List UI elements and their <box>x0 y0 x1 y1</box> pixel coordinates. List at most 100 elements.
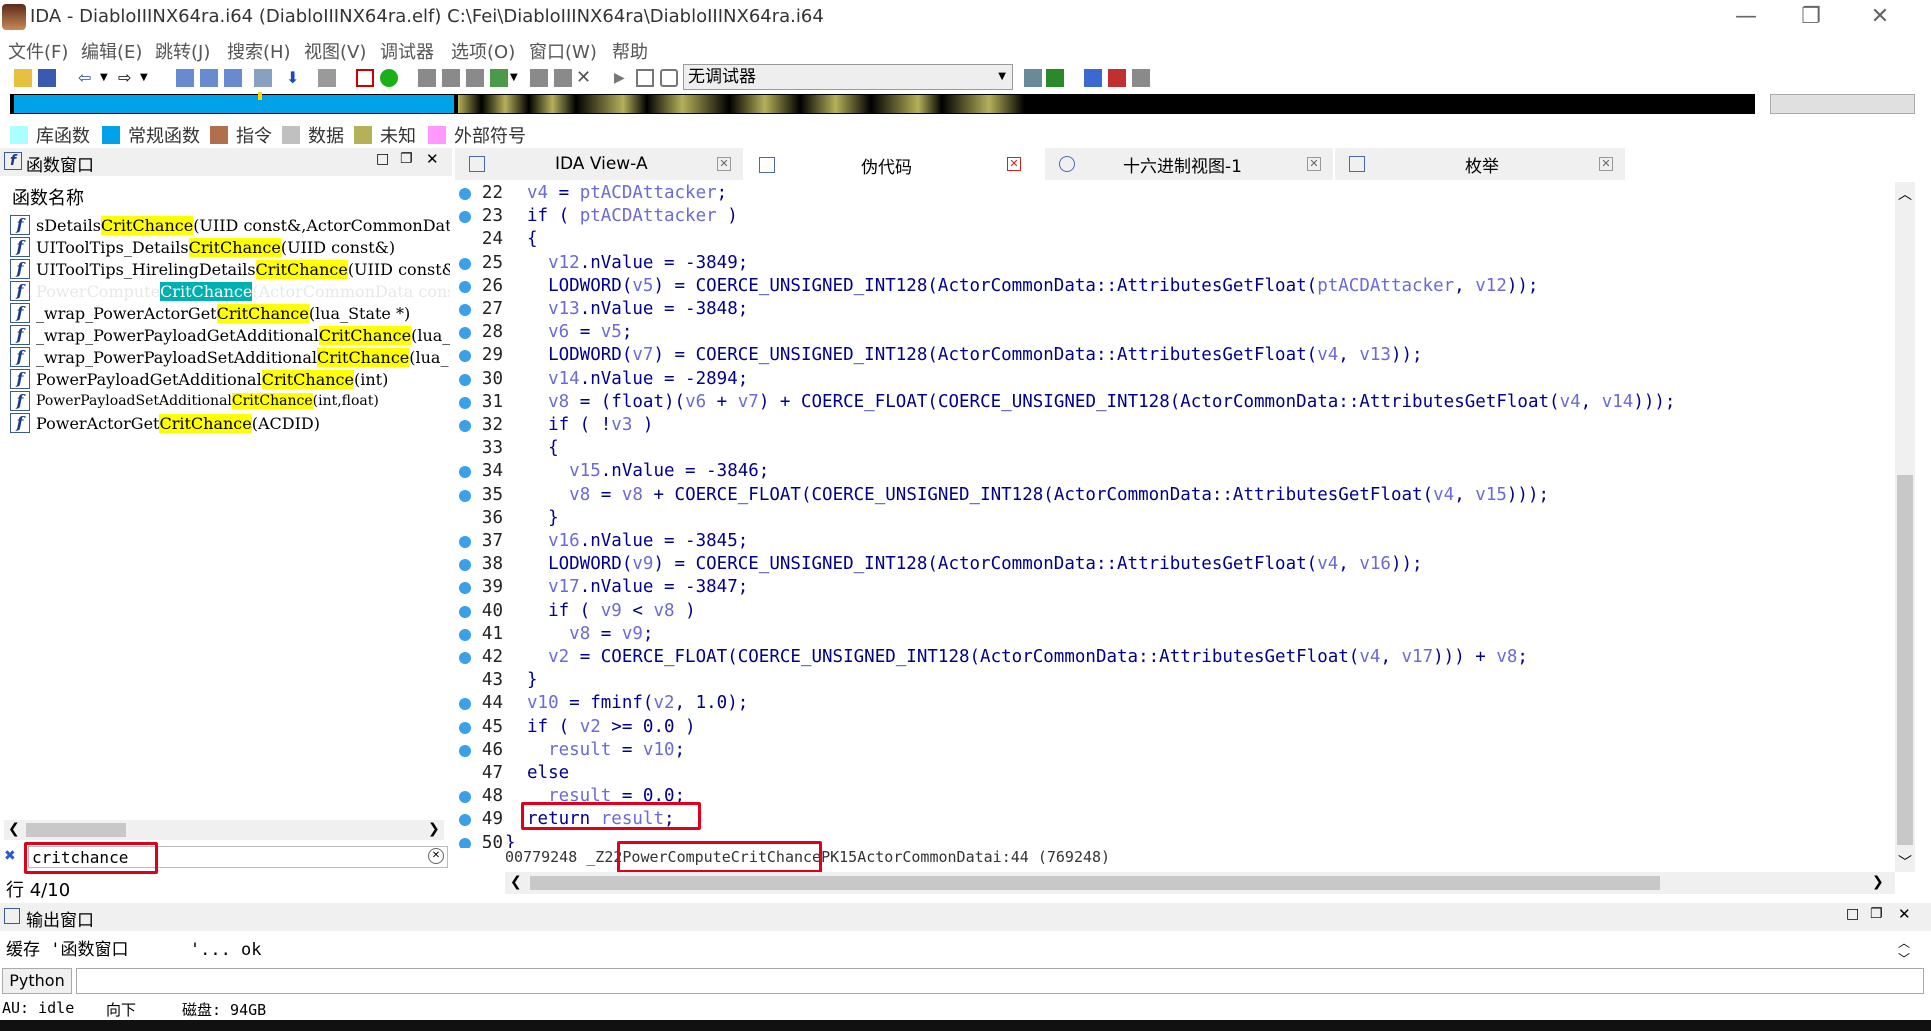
navband-regular-functions[interactable] <box>14 95 454 113</box>
text-search-icon[interactable] <box>254 69 272 87</box>
breakpoint-dot-icon[interactable] <box>459 698 471 711</box>
function-row[interactable]: f _wrap_PowerPayloadSetAdditional CritChan… <box>10 346 450 368</box>
find-icon[interactable] <box>176 69 194 87</box>
code-hscroll-thumb[interactable] <box>530 876 1660 890</box>
menu-options[interactable]: 选项(O) <box>451 38 515 64</box>
tab-pseudocode[interactable]: 伪代码 ✕ <box>745 148 1033 182</box>
scroll-right-icon[interactable]: ❯ <box>1872 874 1884 890</box>
code-line[interactable]: 35 v8 = v8 + COERCE_FLOAT(COERCE_UNSIGNE… <box>455 484 1895 507</box>
open-icon[interactable] <box>14 69 32 87</box>
plugin-dropdown-icon[interactable]: ▼ <box>510 69 528 87</box>
code-line[interactable]: 39 v17.nValue = -3847; <box>455 576 1895 599</box>
function-row[interactable]: f UIToolTips_Details CritChance (UIID const… <box>10 236 450 258</box>
code-line[interactable]: 22 v4 = ptACDAttacker; <box>455 182 1895 205</box>
function-row[interactable]: f sDetails CritChance (UIID const&,ActorCom… <box>10 214 450 236</box>
pause-icon[interactable] <box>636 69 654 87</box>
calc-icon[interactable] <box>1084 69 1102 87</box>
function-row[interactable]: f UIToolTips_HirelingDetails CritChance (UI… <box>10 258 450 280</box>
functions-scrollbar-thumb[interactable] <box>26 823 126 837</box>
panel-float-icon[interactable]: ❐ <box>1870 906 1883 922</box>
scroll-left-icon[interactable]: ❮ <box>510 874 522 890</box>
code-line[interactable]: 44 v10 = fminf(v2, 1.0); <box>455 692 1895 715</box>
function-row[interactable]: f PowerPayloadGetAdditional CritChance (int… <box>10 368 450 390</box>
code-line[interactable]: 37 v16.nValue = -3845; <box>455 530 1895 553</box>
code-line[interactable]: 30 v14.nValue = -2894; <box>455 368 1895 391</box>
menu-search[interactable]: 搜索(H) <box>227 38 291 64</box>
breakpoint-dot-icon[interactable] <box>459 489 471 502</box>
bookmark-icon[interactable] <box>1108 69 1126 87</box>
menu-debugger[interactable]: 调试器 <box>380 38 434 64</box>
menu-help[interactable]: 帮助 <box>612 38 648 64</box>
code-line[interactable]: 46 result = v10; <box>455 739 1895 762</box>
filter-reset-icon[interactable]: ✕ <box>428 848 444 864</box>
python-command-input[interactable] <box>76 968 1924 994</box>
function-row[interactable]: f _wrap_PowerActorGet CritChance (lua_State… <box>10 302 450 324</box>
struct-icon[interactable] <box>418 69 436 87</box>
breakpoint-dot-icon[interactable] <box>459 837 471 848</box>
breakpoint-dot-icon[interactable] <box>459 466 471 479</box>
panel-close-icon[interactable]: ✕ <box>1898 905 1911 923</box>
breakpoint-dot-icon[interactable] <box>459 605 471 618</box>
tab-close-icon[interactable]: ✕ <box>1007 157 1021 171</box>
breakpoint-dot-icon[interactable] <box>459 744 471 757</box>
breakpoint-dot-icon[interactable] <box>459 652 471 664</box>
breakpoint-dot-icon[interactable] <box>459 628 471 641</box>
scroll-down-icon[interactable]: ﹀ <box>1898 950 1910 967</box>
breakpoint-dot-icon[interactable] <box>459 721 471 734</box>
scroll-up-icon[interactable]: ︿ <box>1898 934 1910 951</box>
settings-icon[interactable] <box>1132 69 1150 87</box>
forward-icon[interactable]: ⇨ <box>118 69 136 87</box>
navband-dropdown[interactable] <box>1770 94 1915 114</box>
run-green-icon[interactable] <box>380 69 398 87</box>
tab-close-icon[interactable]: ✕ <box>1307 157 1321 171</box>
close-button[interactable]: ✕ <box>1850 2 1910 32</box>
attach-icon[interactable] <box>1046 69 1064 87</box>
forward-dropdown-icon[interactable]: ▼ <box>140 69 158 87</box>
tab-close-icon[interactable]: ✕ <box>1599 157 1613 171</box>
plugin-icon[interactable] <box>490 69 508 87</box>
code-line[interactable]: 23 if ( ptACDAttacker ) <box>455 205 1895 228</box>
graph-icon[interactable] <box>356 69 374 87</box>
tab-hex-view[interactable]: 十六进制视图-1 ✕ <box>1045 148 1333 180</box>
breakpoint-dot-icon[interactable] <box>459 814 471 827</box>
find-binary-icon[interactable] <box>224 69 242 87</box>
breakpoint-dot-icon[interactable] <box>459 327 471 340</box>
breakpoint-dot-icon[interactable] <box>459 373 471 386</box>
code-line[interactable]: 26 LODWORD(v5) = COERCE_UNSIGNED_INT128(… <box>455 275 1895 298</box>
breakpoint-dot-icon[interactable] <box>459 211 471 224</box>
code-line[interactable]: 34 v15.nValue = -3846; <box>455 460 1895 483</box>
scroll-up-icon[interactable]: ︿ <box>1898 184 1912 204</box>
breakpoint-dot-icon[interactable] <box>459 420 471 432</box>
code-line[interactable]: 45 if ( v2 >= 0.0 ) <box>455 716 1895 739</box>
code-line[interactable]: 40 if ( v9 < v8 ) <box>455 600 1895 623</box>
code-line[interactable]: 43} <box>455 669 1895 692</box>
pseudocode-view[interactable]: 22 v4 = ptACDAttacker; 23 if ( ptACDAttacke… <box>455 182 1895 848</box>
navband-unknown-region[interactable] <box>458 95 1048 113</box>
breakpoint-dot-icon[interactable] <box>459 304 471 316</box>
menu-jump[interactable]: 跳转(J) <box>155 38 210 64</box>
stop-icon[interactable] <box>660 69 678 87</box>
start-debug-icon[interactable]: ▶ <box>614 69 632 87</box>
breakpoint-dot-icon[interactable] <box>459 582 471 595</box>
breakpoint-dot-icon[interactable] <box>459 188 471 200</box>
function-row-selected[interactable]: f PowerCompute CritChance (ActorCommonData … <box>10 280 450 302</box>
menu-windows[interactable]: 窗口(W) <box>529 38 597 64</box>
breakpoint-dot-icon[interactable] <box>459 350 471 363</box>
function-name-column-header[interactable]: 函数名称 <box>12 184 84 210</box>
code-vscroll-thumb[interactable] <box>1897 475 1913 845</box>
code-line[interactable]: 32 if ( !v3 ) <box>455 414 1895 437</box>
code-line[interactable]: 27 v13.nValue = -3848; <box>455 298 1895 321</box>
menu-view[interactable]: 视图(V) <box>304 38 366 64</box>
code-line[interactable]: 36 } <box>455 507 1895 530</box>
filter-clear-icon[interactable]: ✖ <box>4 848 16 864</box>
minimize-button[interactable]: — <box>1716 2 1776 32</box>
scroll-left-icon[interactable]: ❮ <box>8 821 20 837</box>
save-icon[interactable] <box>38 69 56 87</box>
scroll-down-icon[interactable]: ﹀ <box>1898 852 1912 872</box>
breakpoint-dot-icon[interactable] <box>459 559 471 572</box>
breakpoint-dot-icon[interactable] <box>459 536 471 548</box>
enum-icon[interactable] <box>442 69 460 87</box>
restore-button[interactable]: ❐ <box>1781 2 1841 32</box>
menu-file[interactable]: 文件(F) <box>8 38 68 64</box>
function-row[interactable]: f PowerActorGet CritChance (ACDID) <box>10 412 450 434</box>
